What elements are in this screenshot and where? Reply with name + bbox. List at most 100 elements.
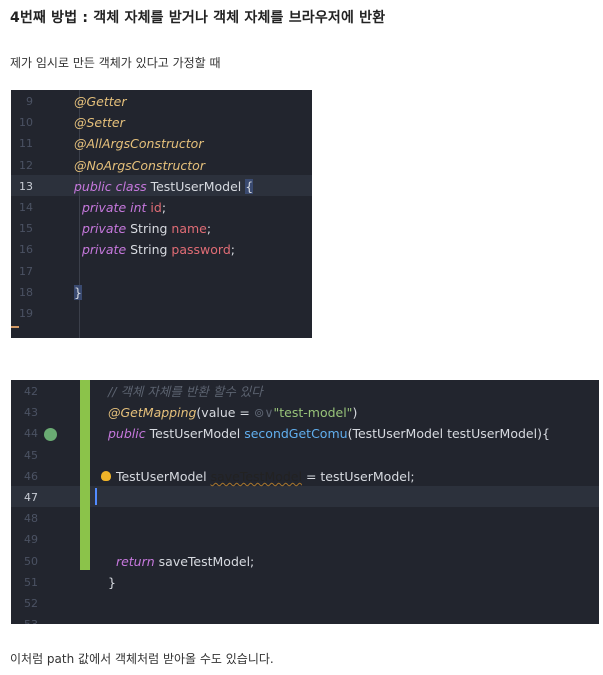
code-line: 51}	[11, 572, 599, 593]
code-token: public class	[74, 178, 151, 194]
line-number: 50	[24, 554, 38, 568]
outro-paragraph: 이처럼 path 값에서 객체처럼 받아올 수도 있습니다.	[10, 652, 274, 666]
code-line: 44 public TestUserModel secondGetComu(Tes…	[11, 423, 599, 444]
code-text: @NoArgsConstructor	[74, 155, 205, 176]
code-editor-controller: 42 // 객체 자체를 반환 할수 있다 43 @GetMapping(value …	[11, 380, 599, 624]
line-number: 10	[19, 116, 33, 130]
line-number: 12	[19, 158, 33, 172]
code-token: testUserModel	[447, 426, 538, 442]
line-number: 44	[24, 427, 38, 441]
code-token: = testUserModel;	[301, 468, 415, 484]
line-number: 47	[24, 491, 38, 504]
code-token: private int	[74, 200, 151, 215]
code-token: @Setter	[74, 115, 125, 131]
code-token: String	[130, 221, 172, 237]
code-line: 13 public class TestUserModel {	[11, 176, 312, 197]
code-token: }	[74, 284, 82, 300]
code-line: 53	[11, 614, 599, 624]
code-token: secondGetComu	[244, 426, 348, 442]
code-text: // 객체 자체를 반환 할수 있다	[108, 381, 263, 402]
line-number: 49	[24, 533, 38, 547]
code-token: ;	[161, 200, 167, 215]
line-number: 14	[19, 201, 33, 214]
line-number: 45	[24, 448, 38, 462]
line-number: 9	[26, 95, 33, 108]
code-line: 48	[11, 508, 599, 529]
code-line: 9 @Getter	[11, 91, 312, 112]
line-number: 42	[24, 385, 38, 398]
code-line: 47	[11, 487, 599, 508]
code-text: }	[108, 572, 116, 593]
code-line: 19	[11, 303, 312, 324]
code-text: @Setter	[74, 112, 125, 133]
code-token: public	[108, 426, 150, 442]
code-token: private	[74, 221, 131, 237]
code-text: private String password;	[74, 239, 235, 260]
line-number: 46	[24, 469, 38, 483]
code-line: 16 private String password;	[11, 239, 312, 260]
code-token: TestUserModel	[149, 426, 245, 442]
code-text: public class TestUserModel {	[74, 176, 254, 197]
code-text: }	[74, 282, 82, 303]
code-token: @GetMapping	[108, 405, 197, 421]
code-token: @AllArgsConstructor	[74, 136, 204, 152]
code-text: public TestUserModel secondGetComu(TestU…	[108, 423, 550, 444]
line-number: 43	[24, 406, 38, 420]
code-token: saveTestModel;	[158, 553, 255, 569]
lightbulb-icon[interactable]	[101, 471, 111, 481]
code-text: return saveTestModel;	[108, 551, 254, 572]
code-token: @NoArgsConstructor	[74, 157, 205, 173]
line-number: 16	[19, 243, 33, 257]
code-line: 50 return saveTestModel;	[11, 551, 599, 572]
code-token: )	[352, 405, 358, 421]
code-line: 45	[11, 445, 599, 466]
code-token: @Getter	[74, 94, 127, 109]
code-line: 52	[11, 593, 599, 614]
line-number: 19	[19, 307, 33, 320]
text-caret	[95, 488, 97, 505]
line-number: 15	[19, 222, 33, 236]
code-line: 14 private int id;	[11, 197, 312, 218]
code-line: 49	[11, 529, 599, 550]
code-token: {	[245, 178, 254, 194]
spring-bean-icon[interactable]	[44, 428, 57, 441]
code-text: @AllArgsConstructor	[74, 133, 203, 154]
code-line: 46 TestUserModel saveTestModel = testUse…	[11, 466, 599, 487]
code-token: TestUserModel	[150, 178, 246, 194]
code-line: 17	[11, 261, 312, 282]
code-line: 43 @GetMapping(value = ⊚∨"test-model")	[11, 402, 599, 423]
code-token: // 객체 자체를 반환 할수 있다	[108, 384, 263, 399]
code-line: 10 @Setter	[11, 112, 312, 133]
code-token: password	[171, 242, 231, 258]
code-line: 15 private String name;	[11, 218, 312, 239]
code-line: 18}	[11, 282, 312, 303]
code-token: }	[108, 574, 116, 590]
code-token: private	[74, 242, 131, 258]
code-token: ⊚∨	[253, 405, 274, 421]
code-token: "test-model"	[273, 405, 353, 421]
code-token: (TestUserModel	[347, 426, 448, 442]
fold-marker	[11, 326, 19, 328]
code-editor-model: 9 @Getter 10 @Setter 11 @AllArgsConstructor 12…	[11, 90, 312, 338]
code-line: 11 @AllArgsConstructor	[11, 133, 312, 154]
code-token: (value =	[196, 405, 254, 421]
code-token: ;	[206, 221, 212, 237]
code-token: ){	[537, 426, 550, 442]
line-number: 13	[19, 179, 33, 193]
code-token: saveTestModel	[210, 468, 302, 484]
line-number: 51	[24, 575, 38, 589]
code-text: @GetMapping(value = ⊚∨"test-model")	[108, 402, 357, 423]
line-number: 17	[19, 264, 33, 278]
code-token: name	[171, 221, 207, 237]
line-number: 18	[19, 285, 33, 299]
code-line: 42 // 객체 자체를 반환 할수 있다	[11, 381, 599, 402]
code-lines: 9 @Getter 10 @Setter 11 @AllArgsConstructor 12…	[11, 90, 312, 338]
line-number: 53	[11, 614, 38, 624]
code-text: private String name;	[74, 218, 211, 239]
code-text: private int id;	[74, 197, 166, 218]
code-token: id	[150, 200, 162, 215]
code-token: ;	[230, 242, 235, 258]
code-token: String	[130, 242, 172, 258]
code-line: 12 @NoArgsConstructor	[11, 155, 312, 176]
code-token: TestUserModel	[108, 468, 211, 484]
